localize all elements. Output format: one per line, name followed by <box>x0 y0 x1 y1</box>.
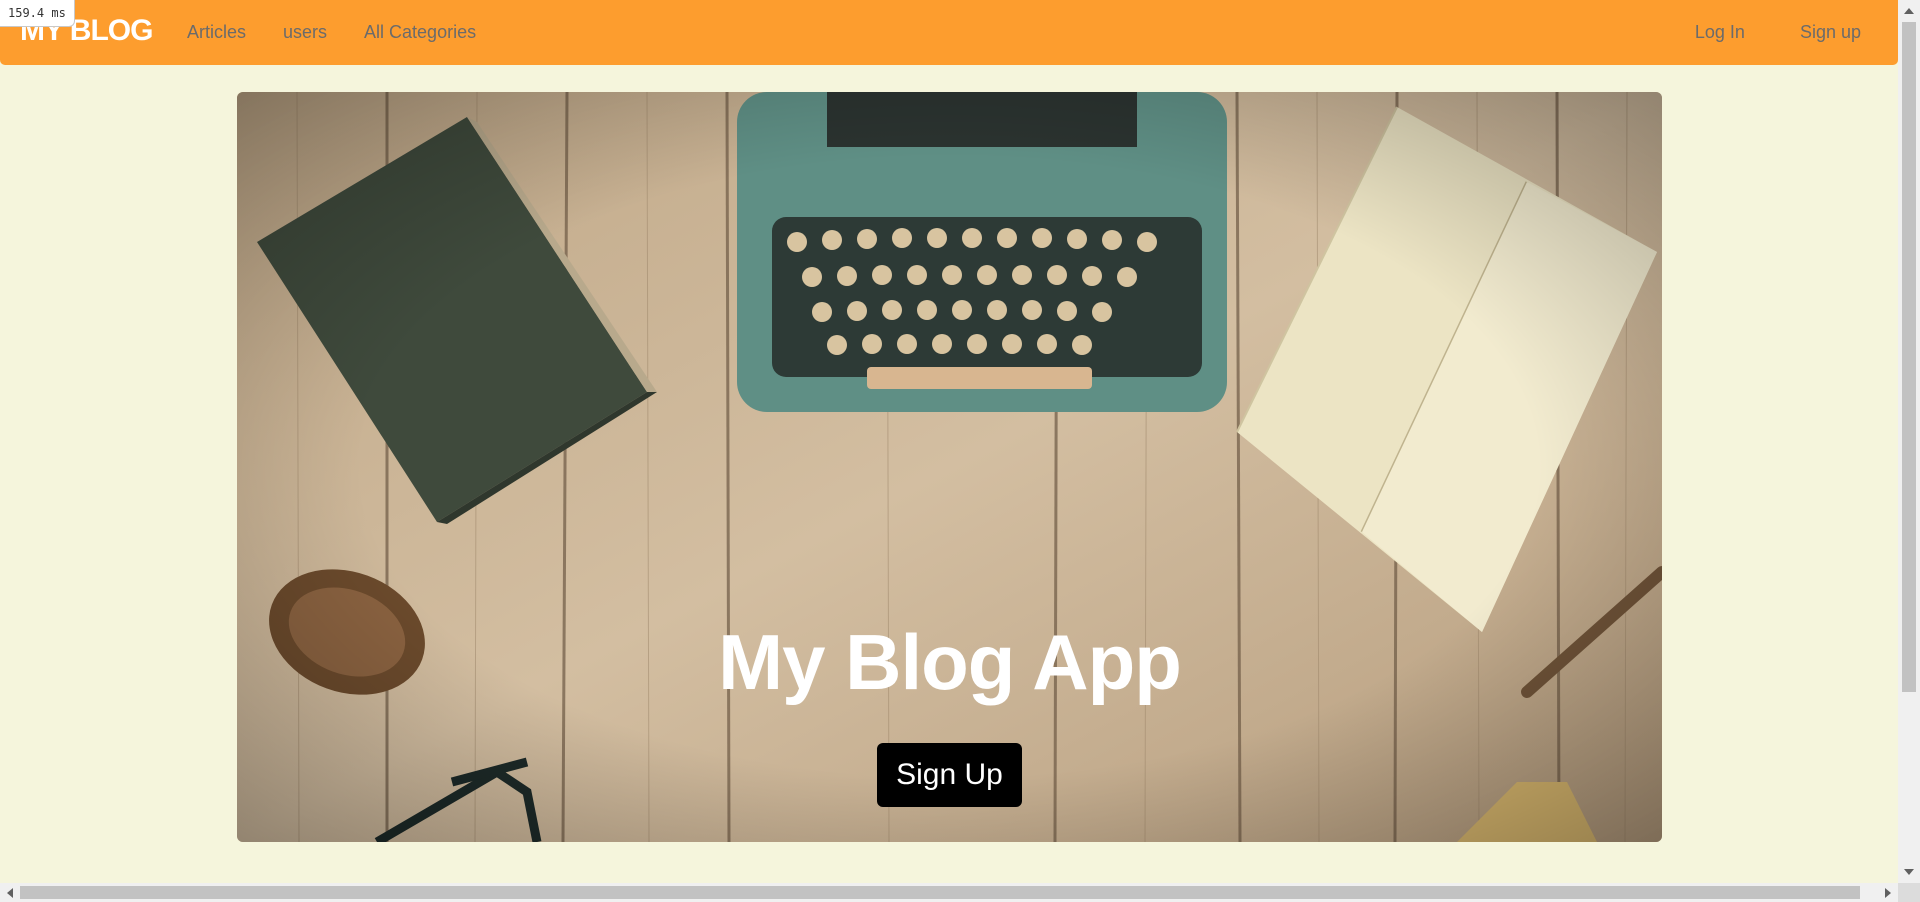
horizontal-scroll-thumb[interactable] <box>20 886 1860 899</box>
hero-banner: My Blog App Sign Up <box>237 92 1662 842</box>
nav-link-all-categories[interactable]: All Categories <box>364 22 476 43</box>
top-navbar: MY BLOG Articles users All Categories Lo… <box>0 0 1898 65</box>
vertical-scrollbar[interactable] <box>1898 0 1920 883</box>
nav-link-articles[interactable]: Articles <box>187 22 246 43</box>
scroll-down-arrow-icon[interactable] <box>1904 869 1914 875</box>
nav-link-users[interactable]: users <box>283 22 327 43</box>
scrollbar-corner <box>1898 883 1920 902</box>
nav-link-sign-up[interactable]: Sign up <box>1800 22 1861 43</box>
browser-viewport: MY BLOG Articles users All Categories Lo… <box>0 0 1898 883</box>
horizontal-scrollbar[interactable] <box>0 883 1898 902</box>
nav-left-links: Articles users All Categories <box>187 22 513 43</box>
scroll-right-arrow-icon[interactable] <box>1885 888 1891 898</box>
hero-sign-up-button[interactable]: Sign Up <box>877 743 1022 807</box>
timing-badge: 159.4 ms <box>0 0 75 27</box>
hero-title: My Blog App <box>718 618 1182 706</box>
nav-right-links: Log In Sign up <box>1640 22 1861 43</box>
scroll-up-arrow-icon[interactable] <box>1904 8 1914 14</box>
vertical-scroll-thumb[interactable] <box>1902 22 1916 692</box>
scroll-left-arrow-icon[interactable] <box>7 888 13 898</box>
nav-link-log-in[interactable]: Log In <box>1695 22 1745 43</box>
hero-background-image <box>237 92 1662 842</box>
